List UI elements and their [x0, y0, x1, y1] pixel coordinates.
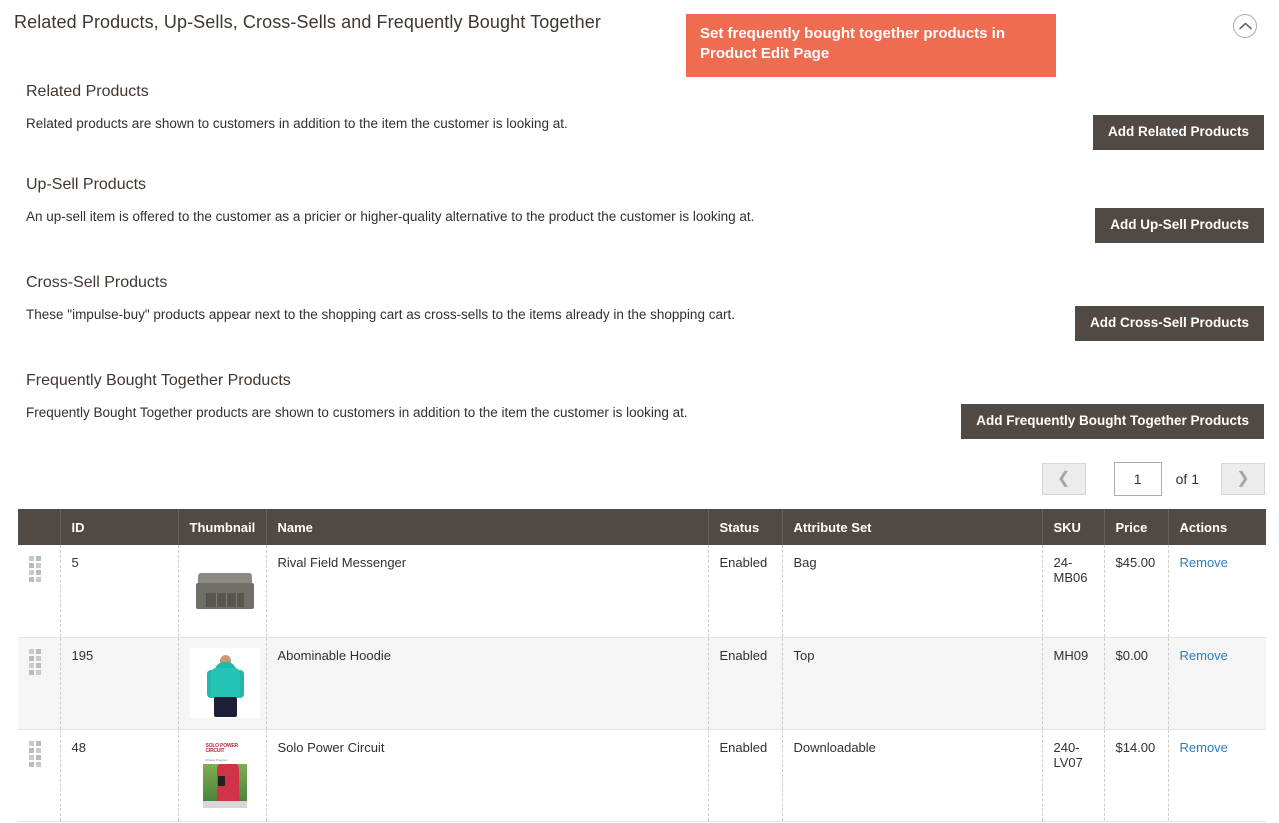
chevron-up-circle-icon [1238, 22, 1252, 30]
table-row[interactable]: 48 SOLO POWER CIRCUIT Fitness Program So… [18, 729, 1266, 821]
column-header-drag [18, 509, 61, 545]
cell-id: 5 [60, 545, 179, 637]
chevron-right-icon: ❯ [1236, 470, 1250, 487]
grid-header-row: ID Thumbnail Name Status Attribute Set S… [18, 509, 1266, 545]
dvd-subtitle-text: Fitness Program [205, 757, 228, 762]
chevron-left-icon: ❮ [1056, 470, 1071, 487]
dvd-title-text: SOLO POWER CIRCUIT [205, 742, 239, 754]
cell-price: $45.00 [1104, 545, 1169, 637]
section-title-upsell: Up-Sell Products [26, 176, 147, 193]
column-header-status[interactable]: Status [708, 509, 783, 545]
drag-handle-icon[interactable] [29, 740, 41, 767]
column-header-name[interactable]: Name [266, 509, 709, 545]
cell-id: 48 [60, 729, 179, 821]
pagination-previous-button[interactable]: ❮ [1041, 463, 1086, 495]
section-desc-crosssell: These "impulse-buy" products appear next… [26, 307, 735, 322]
row-drag-cell[interactable] [18, 729, 61, 821]
section-desc-related: Related products are shown to customers … [26, 116, 568, 131]
page-title: Related Products, Up-Sells, Cross-Sells … [14, 12, 601, 32]
column-header-sku[interactable]: SKU [1042, 509, 1105, 545]
table-row[interactable]: 5 Rival Field Messenger Enabled Bag 24-M… [18, 545, 1266, 637]
column-header-attribute-set[interactable]: Attribute Set [782, 509, 1043, 545]
solo-power-circuit-thumbnail: SOLO POWER CIRCUIT Fitness Program [189, 739, 260, 810]
cell-actions: Remove [1168, 545, 1266, 637]
section-title-fbt: Frequently Bought Together Products [26, 372, 291, 389]
cell-status: Enabled [708, 729, 783, 821]
cell-name: Solo Power Circuit [266, 729, 709, 821]
cell-attribute-set: Downloadable [782, 729, 1043, 821]
add-frequently-bought-together-products-button[interactable]: Add Frequently Bought Together Products [961, 404, 1264, 439]
pagination-page-input[interactable] [1113, 462, 1162, 496]
cell-attribute-set: Top [782, 637, 1043, 729]
cell-sku: 24-MB06 [1042, 545, 1105, 637]
column-header-id[interactable]: ID [60, 509, 179, 545]
cell-name: Abominable Hoodie [266, 637, 709, 729]
pagination-total-label: of 1 [1175, 471, 1199, 487]
collapse-panel-button[interactable] [1233, 14, 1257, 38]
add-related-products-button[interactable]: Add Related Products [1092, 115, 1264, 150]
pagination-next-button[interactable]: ❯ [1221, 463, 1265, 495]
rival-field-messenger-thumbnail [189, 555, 260, 625]
cell-price: $14.00 [1104, 729, 1169, 821]
cell-status: Enabled [708, 545, 783, 637]
section-desc-upsell: An up-sell item is offered to the custom… [26, 209, 755, 224]
column-header-thumbnail[interactable]: Thumbnail [178, 509, 267, 545]
pagination: ❮ of 1 ❯ [1041, 462, 1265, 496]
section-title-related: Related Products [26, 83, 149, 100]
cell-thumbnail [178, 637, 267, 729]
abominable-hoodie-thumbnail [189, 647, 260, 718]
grid-body: 5 Rival Field Messenger Enabled Bag 24-M… [18, 545, 1266, 821]
cell-actions: Remove [1168, 637, 1266, 729]
remove-product-link[interactable]: Remove [1180, 740, 1228, 755]
section-desc-fbt: Frequently Bought Together products are … [26, 405, 688, 420]
row-drag-cell[interactable] [18, 545, 61, 637]
column-header-price[interactable]: Price [1104, 509, 1169, 545]
add-up-sell-products-button[interactable]: Add Up-Sell Products [1095, 208, 1264, 243]
remove-product-link[interactable]: Remove [1180, 555, 1228, 570]
drag-handle-icon[interactable] [29, 648, 41, 675]
related-products-panel: Related Products, Up-Sells, Cross-Sells … [0, 0, 1279, 823]
cell-thumbnail [178, 545, 267, 637]
cell-id: 195 [60, 637, 179, 729]
section-title-crosssell: Cross-Sell Products [26, 274, 168, 291]
cell-sku: 240-LV07 [1042, 729, 1105, 821]
cell-name: Rival Field Messenger [266, 545, 709, 637]
cell-thumbnail: SOLO POWER CIRCUIT Fitness Program [178, 729, 267, 821]
cell-price: $0.00 [1104, 637, 1169, 729]
cell-attribute-set: Bag [782, 545, 1043, 637]
drag-handle-icon[interactable] [29, 556, 41, 582]
products-grid: ID Thumbnail Name Status Attribute Set S… [18, 509, 1266, 822]
cell-actions: Remove [1168, 729, 1266, 821]
frequently-bought-callout: Set frequently bought together products … [686, 14, 1056, 77]
remove-product-link[interactable]: Remove [1180, 648, 1228, 663]
row-drag-cell[interactable] [18, 637, 61, 729]
grid-header: ID Thumbnail Name Status Attribute Set S… [18, 509, 1266, 545]
cell-sku: MH09 [1042, 637, 1105, 729]
column-header-actions: Actions [1168, 509, 1266, 545]
cell-status: Enabled [708, 637, 783, 729]
table-row[interactable]: 195 Abominable Hoodie Enabled Top MH09 $… [18, 637, 1266, 729]
add-cross-sell-products-button[interactable]: Add Cross-Sell Products [1074, 306, 1264, 341]
